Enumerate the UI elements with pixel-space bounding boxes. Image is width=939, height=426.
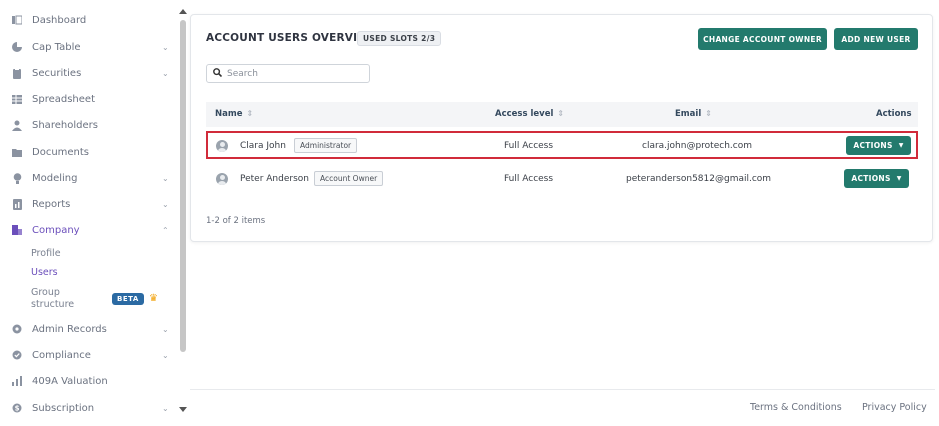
shield-check-icon bbox=[10, 348, 24, 362]
sidebar-item-label: Dashboard bbox=[32, 14, 87, 26]
sidebar-item-label: Modeling bbox=[32, 172, 78, 184]
chevron-down-icon: ⌄ bbox=[162, 403, 169, 413]
pagination-summary: 1-2 of 2 items bbox=[206, 216, 266, 226]
caret-down-icon: ▼ bbox=[898, 142, 904, 149]
chevron-down-icon: ⌄ bbox=[162, 324, 169, 334]
sidebar-item-409a-valuation[interactable]: 409A Valuation bbox=[10, 371, 176, 391]
search-input[interactable] bbox=[227, 68, 357, 79]
actions-label: ACTIONS bbox=[851, 174, 891, 183]
actions-label: ACTIONS bbox=[853, 141, 893, 150]
sidebar: Dashboard Cap Table ⌄ Securities ⌄ Sprea… bbox=[0, 0, 178, 426]
sidebar-item-label: Company bbox=[32, 224, 80, 236]
caret-down-icon: ▼ bbox=[896, 175, 902, 182]
avatar bbox=[216, 140, 228, 152]
dollar-icon: $ bbox=[10, 401, 24, 415]
user-name: Peter Anderson bbox=[240, 174, 309, 184]
sidebar-subitem-users[interactable]: Users bbox=[31, 267, 58, 278]
sidebar-item-reports[interactable]: Reports ⌄ bbox=[10, 194, 176, 214]
search-icon bbox=[213, 67, 223, 80]
lightbulb-icon bbox=[10, 171, 24, 185]
footer-divider bbox=[190, 389, 935, 390]
avatar bbox=[216, 173, 228, 185]
access-level: Full Access bbox=[504, 174, 554, 184]
svg-text:$: $ bbox=[15, 405, 20, 413]
sidebar-item-shareholders[interactable]: Shareholders bbox=[10, 115, 176, 135]
actions-dropdown-button[interactable]: ACTIONS ▼ bbox=[844, 169, 909, 188]
table-header: Name ⇕ Access level ⇕ Email ⇕ Actions bbox=[206, 102, 918, 127]
sidebar-item-label: Securities bbox=[32, 67, 82, 79]
sort-icon: ⇕ bbox=[705, 109, 712, 118]
chevron-up-icon: ⌃ bbox=[162, 225, 169, 235]
sidebar-item-label: 409A Valuation bbox=[32, 375, 108, 387]
terms-link[interactable]: Terms & Conditions bbox=[750, 402, 842, 413]
column-header-label: Email bbox=[675, 109, 702, 119]
beta-badge: BETA bbox=[112, 293, 144, 305]
sidebar-item-admin-records[interactable]: Admin Records ⌄ bbox=[10, 319, 176, 339]
sidebar-item-label: Documents bbox=[32, 146, 90, 158]
role-badge: Administrator bbox=[294, 138, 358, 153]
used-slots-badge: USED SLOTS 2/3 bbox=[357, 31, 442, 46]
person-icon bbox=[10, 118, 24, 132]
company-icon bbox=[10, 223, 24, 237]
table-row[interactable]: Clara John Administrator Full Access cla… bbox=[206, 131, 918, 159]
sidebar-item-label: Cap Table bbox=[32, 41, 81, 53]
spreadsheet-icon bbox=[10, 92, 24, 106]
privacy-policy-link[interactable]: Privacy Policy bbox=[862, 402, 927, 413]
page-title: ACCOUNT USERS OVERVIEW bbox=[206, 32, 377, 44]
folder-icon bbox=[10, 145, 24, 159]
sidebar-item-label: Compliance bbox=[32, 349, 91, 361]
chevron-down-icon: ⌄ bbox=[162, 350, 169, 360]
column-header-email[interactable]: Email ⇕ bbox=[675, 109, 712, 119]
search-box bbox=[206, 64, 370, 83]
column-header-label: Access level bbox=[495, 109, 554, 119]
account-users-card: ACCOUNT USERS OVERVIEW USED SLOTS 2/3 CH… bbox=[190, 14, 933, 242]
clipboard-icon bbox=[10, 66, 24, 80]
sidebar-item-company[interactable]: Company ⌃ bbox=[10, 220, 176, 240]
sidebar-item-label: Reports bbox=[32, 198, 71, 210]
sidebar-item-securities[interactable]: Securities ⌄ bbox=[10, 63, 176, 83]
valuation-icon bbox=[10, 374, 24, 388]
sort-icon: ⇕ bbox=[246, 109, 254, 118]
chevron-down-icon: ⌄ bbox=[162, 42, 169, 52]
sidebar-item-dashboard[interactable]: Dashboard bbox=[10, 10, 176, 30]
change-account-owner-button[interactable]: CHANGE ACCOUNT OWNER bbox=[698, 28, 827, 50]
sidebar-item-compliance[interactable]: Compliance ⌄ bbox=[10, 345, 176, 365]
chevron-down-icon: ⌄ bbox=[162, 173, 169, 183]
table-row[interactable]: Peter Anderson Account Owner Full Access… bbox=[206, 165, 918, 193]
scrollbar-thumb[interactable] bbox=[180, 20, 186, 352]
sidebar-item-cap-table[interactable]: Cap Table ⌄ bbox=[10, 37, 176, 57]
user-name: Clara John bbox=[240, 141, 286, 151]
sidebar-item-label: Shareholders bbox=[32, 119, 98, 131]
sidebar-subitem-profile[interactable]: Profile bbox=[31, 248, 61, 259]
sidebar-item-label: Subscription bbox=[32, 402, 95, 414]
sidebar-item-documents[interactable]: Documents bbox=[10, 142, 176, 162]
column-header-access-level[interactable]: Access level ⇕ bbox=[495, 109, 564, 119]
column-header-actions: Actions bbox=[876, 109, 912, 119]
sidebar-item-subscription[interactable]: $ Subscription ⌄ bbox=[10, 398, 176, 418]
sidebar-item-label: Admin Records bbox=[32, 323, 107, 335]
user-email: clara.john@protech.com bbox=[642, 141, 752, 151]
sidebar-subitem-group-structure[interactable]: Group structure bbox=[31, 287, 101, 311]
report-icon bbox=[10, 197, 24, 211]
sidebar-item-label: Spreadsheet bbox=[32, 93, 95, 105]
actions-dropdown-button[interactable]: ACTIONS ▼ bbox=[846, 136, 911, 155]
chevron-down-icon: ⌄ bbox=[162, 199, 169, 209]
sidebar-item-modeling[interactable]: Modeling ⌄ bbox=[10, 168, 176, 188]
chevron-down-icon: ⌄ bbox=[162, 68, 169, 78]
pie-chart-icon bbox=[10, 40, 24, 54]
column-header-name[interactable]: Name ⇕ bbox=[215, 109, 253, 119]
user-email: peteranderson5812@gmail.com bbox=[626, 174, 772, 184]
sort-icon: ⇕ bbox=[557, 109, 565, 118]
access-level: Full Access bbox=[504, 141, 554, 151]
sidebar-item-spreadsheet[interactable]: Spreadsheet bbox=[10, 89, 176, 109]
column-header-label: Name bbox=[215, 109, 243, 119]
add-new-user-button[interactable]: ADD NEW USER bbox=[834, 28, 918, 50]
gear-icon bbox=[10, 322, 24, 336]
scroll-down-arrow-icon[interactable] bbox=[179, 407, 187, 412]
role-badge: Account Owner bbox=[314, 171, 384, 186]
scroll-up-arrow-icon[interactable] bbox=[179, 9, 187, 14]
dashboard-icon bbox=[10, 13, 24, 27]
crown-icon: ♛ bbox=[149, 293, 158, 304]
